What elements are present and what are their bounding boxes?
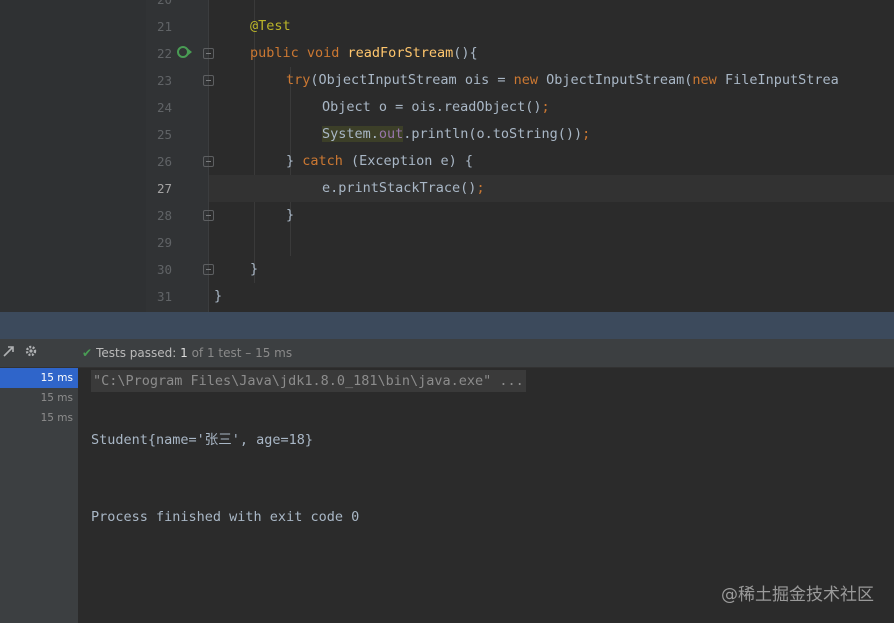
console-output[interactable]: "C:\Program Files\Java\jdk1.8.0_181\bin\…	[78, 368, 894, 623]
restore-layout-icon[interactable]	[0, 344, 18, 362]
line-number: 21	[156, 19, 172, 34]
code-line-23: try(ObjectInputStream ois = new ObjectIn…	[286, 72, 839, 88]
check-icon: ✔	[82, 346, 93, 360]
code-text-area[interactable]: @Test public void readForStream(){ try(O…	[209, 0, 894, 312]
line-number: 25	[156, 127, 172, 142]
command-text: "C:\Program Files\Java\jdk1.8.0_181\bin\…	[91, 370, 526, 392]
test-tree: 15 ms 15 ms 15 ms	[0, 368, 78, 623]
line-number: 26	[156, 154, 172, 169]
code-line-27: e.printStackTrace();	[209, 175, 894, 202]
line-number: 29	[156, 235, 172, 250]
tree-row[interactable]: 15 ms	[0, 388, 78, 408]
code-line-26: } catch (Exception e) {	[286, 153, 473, 169]
line-number: 28	[156, 208, 172, 223]
line-number: 22	[156, 46, 172, 61]
tree-row[interactable]: 15 ms	[0, 368, 78, 388]
code-line-24: Object o = ois.readObject();	[322, 99, 550, 115]
run-test-icon[interactable]	[177, 44, 193, 60]
status-prefix: Tests passed:	[96, 346, 177, 360]
code-line-28: }	[286, 207, 295, 223]
console-command-line: "C:\Program Files\Java\jdk1.8.0_181\bin\…	[91, 370, 526, 392]
line-number: 30	[156, 262, 172, 277]
tests-status: ✔ Tests passed: 1 of 1 test – 15 ms	[82, 339, 292, 367]
console-output-line: Student{name='张三', age=18}	[91, 432, 314, 448]
project-panel-edge	[0, 0, 146, 312]
code-editor[interactable]: 20 21 22 23 24 25 26 27 28 29 30 31 @Tes…	[0, 0, 894, 312]
line-number: 31	[156, 289, 172, 304]
line-number-current: 27	[156, 181, 172, 196]
code-line-22: public void readForStream(){	[250, 45, 478, 61]
line-number: 24	[156, 100, 172, 115]
panel-splitter[interactable]	[0, 312, 894, 339]
line-number: 23	[156, 73, 172, 88]
console-exit-line: Process finished with exit code 0	[91, 509, 360, 525]
code-line-25: System.out.println(o.toString());	[322, 126, 591, 142]
passed-count: 1	[180, 346, 188, 360]
annotation: @Test	[250, 18, 291, 34]
tree-row[interactable]: 15 ms	[0, 408, 78, 428]
code-line-30: }	[250, 261, 259, 277]
watermark: @稀土掘金技术社区	[721, 585, 874, 605]
gear-icon[interactable]	[22, 344, 40, 362]
test-summary: of 1 test – 15 ms	[191, 346, 293, 360]
code-line-21: @Test	[250, 13, 894, 40]
line-number: 20	[146, 0, 172, 13]
code-line-31: }	[214, 288, 223, 304]
run-toolbar: ✔ Tests passed: 1 of 1 test – 15 ms	[0, 339, 894, 368]
